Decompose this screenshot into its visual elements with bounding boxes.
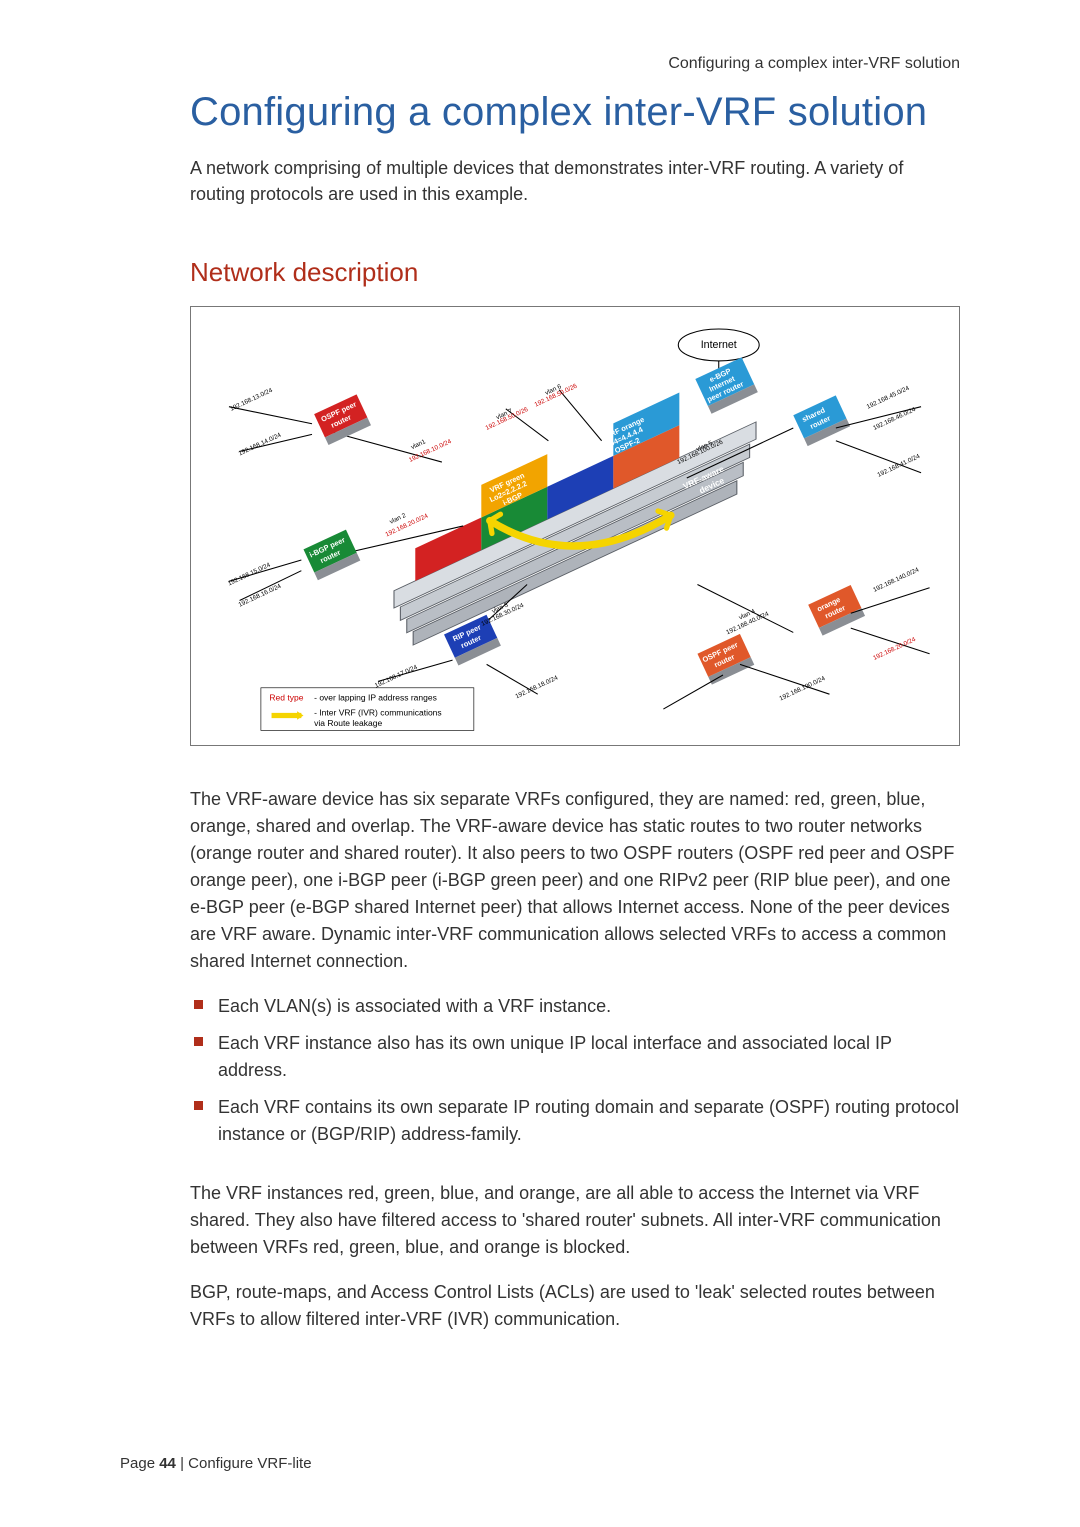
section-heading: Network description (190, 257, 960, 288)
svg-text:- over lapping IP address rang: - over lapping IP address ranges (314, 693, 437, 703)
svg-text:192.168.17.0/24: 192.168.17.0/24 (374, 664, 419, 690)
svg-text:192.168.41.0/24: 192.168.41.0/24 (876, 453, 921, 479)
body-text: The VRF-aware device has six separate VR… (190, 786, 960, 1333)
svg-text:192.168.190.0/24: 192.168.190.0/24 (778, 675, 826, 703)
footer-page-number: 44 (159, 1455, 176, 1472)
svg-text:192.168.13.0/24: 192.168.13.0/24 (229, 387, 274, 413)
svg-text:192.168.15.0/24: 192.168.15.0/24 (227, 562, 272, 588)
svg-text:192.168.14.0/24: 192.168.14.0/24 (237, 432, 282, 458)
svg-text:192.168.18.0/24: 192.168.18.0/24 (514, 674, 559, 700)
footer-doc-title: Configure VRF-lite (188, 1455, 311, 1472)
footer-page-word: Page (120, 1455, 155, 1472)
page-title: Configuring a complex inter-VRF solution (190, 90, 960, 135)
paragraph: The VRF-aware device has six separate VR… (190, 786, 960, 975)
svg-text:Red type: Red type (269, 693, 303, 703)
footer-separator: | (180, 1455, 184, 1472)
svg-text:192.168.16.0/24: 192.168.16.0/24 (237, 583, 282, 609)
bullet-list: Each VLAN(s) is associated with a VRF in… (190, 993, 960, 1148)
diagram-svg: Internet (197, 313, 953, 739)
internet-label: Internet (701, 339, 737, 351)
svg-text:- Inter VRF (IVR) communicatio: - Inter VRF (IVR) communications (314, 708, 442, 718)
running-header: Configuring a complex inter-VRF solution (668, 55, 960, 73)
svg-text:192.168.20.0/24: 192.168.20.0/24 (872, 636, 917, 662)
svg-text:via Route leakage: via Route leakage (314, 718, 382, 728)
paragraph: BGP, route-maps, and Access Control List… (190, 1279, 960, 1333)
page: Configuring a complex inter-VRF solution… (0, 0, 1080, 1527)
paragraph: The VRF instances red, green, blue, and … (190, 1180, 960, 1261)
page-footer: Page 44 | Configure VRF-lite (120, 1455, 312, 1472)
list-item: Each VLAN(s) is associated with a VRF in… (190, 993, 960, 1020)
svg-text:192.168.140.0/24: 192.168.140.0/24 (872, 566, 920, 594)
svg-text:192.168.45.0/24: 192.168.45.0/24 (866, 385, 911, 411)
svg-text:192.168.46.0/24: 192.168.46.0/24 (872, 406, 917, 432)
network-diagram: Internet (190, 306, 960, 746)
list-item: Each VRF contains its own separate IP ro… (190, 1094, 960, 1148)
intro-paragraph: A network comprising of multiple devices… (190, 155, 960, 207)
list-item: Each VRF instance also has its own uniqu… (190, 1030, 960, 1084)
